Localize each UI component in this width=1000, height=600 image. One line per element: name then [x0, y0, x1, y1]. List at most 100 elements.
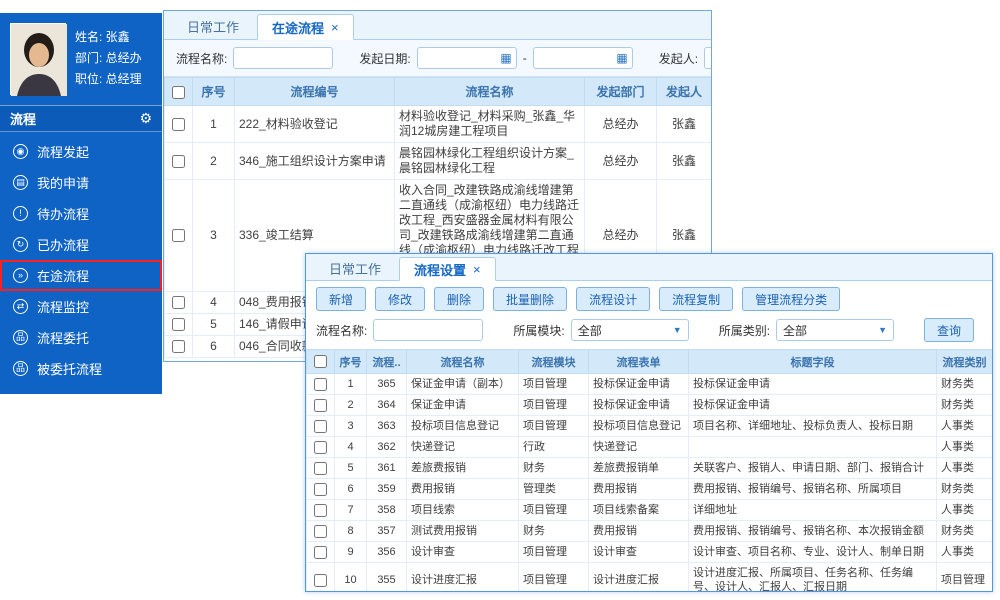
sidebar-item-my-applications[interactable]: ▤ 我的申请 — [0, 167, 162, 198]
table-row[interactable]: 7 358 项目线索 项目管理 项目线索备案 详细地址 人事类 — [307, 500, 993, 521]
row-checkbox[interactable] — [314, 420, 327, 433]
row-no: 6 — [335, 479, 367, 500]
close-icon[interactable]: × — [473, 262, 481, 277]
tab-process-settings[interactable]: 流程设置 × — [399, 257, 496, 281]
row-checkbox[interactable] — [314, 483, 327, 496]
row-no: 1 — [193, 106, 235, 143]
sidebar-item-inprogress-processes[interactable]: » 在途流程 — [0, 260, 162, 291]
row-id: 357 — [367, 521, 407, 542]
manage-category-button[interactable]: 管理流程分类 — [742, 287, 840, 311]
row-checkbox[interactable] — [172, 296, 185, 309]
document-icon: ▤ — [13, 175, 28, 190]
add-button[interactable]: 新增 — [316, 287, 366, 311]
row-module: 财务 — [519, 521, 589, 542]
select-all-cell — [307, 350, 335, 374]
row-checkbox[interactable] — [314, 546, 327, 559]
table-row[interactable]: 2 364 保证金申请 项目管理 投标保证金申请 投标保证金申请 财务类 — [307, 395, 993, 416]
initiator-input[interactable] — [704, 47, 712, 69]
sidebar-item-process-delegate[interactable]: 品 流程委托 — [0, 322, 162, 353]
sidebar-item-process-monitor[interactable]: ⇄ 流程监控 — [0, 291, 162, 322]
row-checkbox[interactable] — [172, 229, 185, 242]
row-code: 222_材料验收登记 — [235, 106, 395, 143]
table-row[interactable]: 8 357 测试费用报销 财务 费用报销 费用报销、报销编号、报销名称、本次报销… — [307, 521, 993, 542]
sidebar-item-done-processes[interactable]: ↻ 已办流程 — [0, 229, 162, 260]
tab-label: 日常工作 — [329, 259, 381, 278]
gear-icon[interactable]: ⚙ — [139, 110, 152, 127]
batch-delete-button[interactable]: 批量删除 — [493, 287, 567, 311]
row-category: 人事类 — [937, 437, 993, 458]
start-date-to-input[interactable]: ▦ — [533, 47, 633, 69]
row-form: 投标保证金申请 — [589, 395, 689, 416]
sidebar-item-todo-processes[interactable]: ! 待办流程 — [0, 198, 162, 229]
tab-daily-work[interactable]: 日常工作 — [314, 257, 396, 280]
tab-daily-work[interactable]: 日常工作 — [172, 14, 254, 39]
row-fields: 设计审查、项目名称、专业、设计人、制单日期 — [689, 542, 937, 563]
sidebar-item-label: 流程监控 — [37, 297, 89, 316]
row-checkbox[interactable] — [172, 118, 185, 131]
module-select[interactable]: 全部 ▼ — [571, 319, 689, 341]
sidebar-item-delegated-processes[interactable]: 品 被委托流程 — [0, 353, 162, 384]
row-checkbox[interactable] — [172, 318, 185, 331]
row-checkbox[interactable] — [314, 441, 327, 454]
table-row[interactable]: 3 363 投标项目信息登记 项目管理 投标项目信息登记 项目名称、详细地址、投… — [307, 416, 993, 437]
row-category: 财务类 — [937, 521, 993, 542]
date-separator: - — [523, 51, 527, 65]
process-design-button[interactable]: 流程设计 — [576, 287, 650, 311]
row-no: 4 — [193, 292, 235, 314]
calendar-icon[interactable]: ▦ — [616, 51, 631, 65]
tab-label: 在途流程 — [272, 18, 324, 37]
table-row[interactable]: 2 346_施工组织设计方案申请 晨铭园林绿化工程组织设计方案_晨铭园林绿化工程… — [165, 143, 712, 180]
date-from-field[interactable] — [418, 49, 501, 67]
row-checkbox[interactable] — [172, 340, 185, 353]
close-icon[interactable]: × — [331, 20, 339, 35]
select-all-checkbox[interactable] — [314, 355, 327, 368]
header-no: 序号 — [335, 350, 367, 374]
process-settings-table: 序号 流程.. 流程名称 流程模块 流程表单 标题字段 流程类别 1 365 保… — [306, 349, 993, 592]
sidebar-item-label: 待办流程 — [37, 204, 89, 223]
row-no: 1 — [335, 374, 367, 395]
tab-inprogress-process[interactable]: 在途流程 × — [257, 14, 354, 40]
category-select[interactable]: 全部 ▼ — [776, 319, 894, 341]
process-copy-button[interactable]: 流程复制 — [659, 287, 733, 311]
table-row[interactable]: 1 222_材料验收登记 材料验收登记_材料采购_张鑫_华润12城房建工程项目 … — [165, 106, 712, 143]
row-checkbox[interactable] — [314, 399, 327, 412]
table-row[interactable]: 5 361 差旅费报销 财务 差旅费报销单 关联客户、报销人、申请日期、部门、报… — [307, 458, 993, 479]
table-row[interactable]: 4 362 快递登记 行政 快递登记 人事类 — [307, 437, 993, 458]
user-profile: 姓名: 张鑫 部门: 总经办 职位: 总经理 — [0, 13, 162, 103]
edit-button[interactable]: 修改 — [375, 287, 425, 311]
row-checkbox[interactable] — [314, 525, 327, 538]
table-header-row: 序号 流程编号 流程名称 发起部门 发起人 — [165, 78, 712, 106]
process-name-input[interactable] — [233, 47, 333, 69]
header-fields: 标题字段 — [689, 350, 937, 374]
row-category: 财务类 — [937, 395, 993, 416]
table-row[interactable]: 9 356 设计审查 项目管理 设计审查 设计审查、项目名称、专业、设计人、制单… — [307, 542, 993, 563]
row-name: 测试费用报销 — [407, 521, 519, 542]
table-row[interactable]: 10 355 设计进度汇报 项目管理 设计进度汇报 设计进度汇报、所属项目、任务… — [307, 563, 993, 593]
row-checkbox[interactable] — [314, 504, 327, 517]
table-row[interactable]: 6 359 费用报销 管理类 费用报销 费用报销、报销编号、报销名称、所属项目 … — [307, 479, 993, 500]
row-checkbox[interactable] — [314, 462, 327, 475]
row-fields: 关联客户、报销人、申请日期、部门、报销合计 — [689, 458, 937, 479]
calendar-icon[interactable]: ▦ — [500, 51, 515, 65]
table-row[interactable]: 1 365 保证金申请（副本） 项目管理 投标保证金申请 投标保证金申请 财务类 — [307, 374, 993, 395]
delete-button[interactable]: 删除 — [434, 287, 484, 311]
process-name-input[interactable] — [373, 319, 483, 341]
sitemap-icon: 品 — [13, 361, 28, 376]
row-checkbox[interactable] — [314, 574, 327, 587]
row-checkbox[interactable] — [314, 378, 327, 391]
start-date-from-input[interactable]: ▦ — [417, 47, 517, 69]
chevron-down-icon: ▼ — [878, 325, 887, 335]
tab-label: 流程设置 — [414, 260, 466, 279]
profile-name: 姓名: 张鑫 — [75, 27, 142, 48]
date-to-field[interactable] — [534, 49, 617, 67]
sidebar-item-label: 已办流程 — [37, 235, 89, 254]
row-fields: 详细地址 — [689, 500, 937, 521]
search-button[interactable]: 查询 — [924, 318, 974, 342]
row-module: 管理类 — [519, 479, 589, 500]
sidebar-item-label: 我的申请 — [37, 173, 89, 192]
sidebar-item-process-start[interactable]: ◉ 流程发起 — [0, 136, 162, 167]
header-category: 流程类别 — [937, 350, 993, 374]
profile-title: 职位: 总经理 — [75, 69, 142, 90]
select-all-checkbox[interactable] — [172, 86, 185, 99]
row-checkbox[interactable] — [172, 155, 185, 168]
